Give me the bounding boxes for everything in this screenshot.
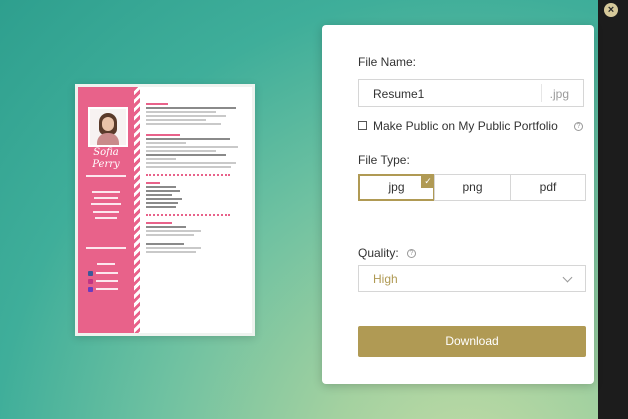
file-type-jpg[interactable]: jpg ✓ bbox=[358, 174, 435, 201]
make-public-help-icon[interactable]: ? bbox=[574, 122, 583, 131]
download-button[interactable]: Download bbox=[358, 326, 586, 357]
resume-main-column bbox=[146, 101, 246, 255]
twitter-icon bbox=[88, 287, 93, 292]
quality-label: Quality: bbox=[358, 246, 399, 260]
file-name-field[interactable]: Resume1 .jpg bbox=[358, 79, 584, 107]
make-public-checkbox[interactable] bbox=[358, 121, 367, 130]
resume-name: Sofia Perry bbox=[92, 147, 120, 170]
instagram-icon bbox=[88, 279, 93, 284]
sidebar-divider bbox=[86, 247, 126, 249]
close-icon[interactable]: × bbox=[604, 3, 618, 17]
sidebar-divider bbox=[86, 175, 126, 177]
quality-help-icon[interactable]: ? bbox=[407, 249, 416, 258]
resume-page: Sofia Perry bbox=[78, 87, 252, 333]
resume-preview: Sofia Perry bbox=[75, 84, 255, 336]
download-dialog: File Name: Resume1 .jpg Make Public on M… bbox=[322, 25, 594, 384]
right-edge-strip bbox=[598, 0, 628, 419]
file-name-input[interactable]: Resume1 bbox=[373, 87, 424, 101]
quality-select[interactable]: High bbox=[358, 265, 586, 292]
file-type-label: File Type: bbox=[358, 153, 410, 167]
file-type-pdf[interactable]: pdf bbox=[510, 174, 586, 201]
file-name-label: File Name: bbox=[358, 55, 417, 69]
selected-check-icon: ✓ bbox=[421, 174, 435, 188]
resume-photo bbox=[88, 107, 128, 147]
quality-value: High bbox=[373, 272, 398, 286]
file-type-png[interactable]: png bbox=[434, 174, 511, 201]
chevron-down-icon bbox=[562, 272, 573, 283]
make-public-label[interactable]: Make Public on My Public Portfolio bbox=[373, 119, 558, 133]
resume-sidebar: Sofia Perry bbox=[78, 87, 134, 333]
facebook-icon bbox=[88, 271, 93, 276]
file-extension: .jpg bbox=[549, 87, 569, 101]
